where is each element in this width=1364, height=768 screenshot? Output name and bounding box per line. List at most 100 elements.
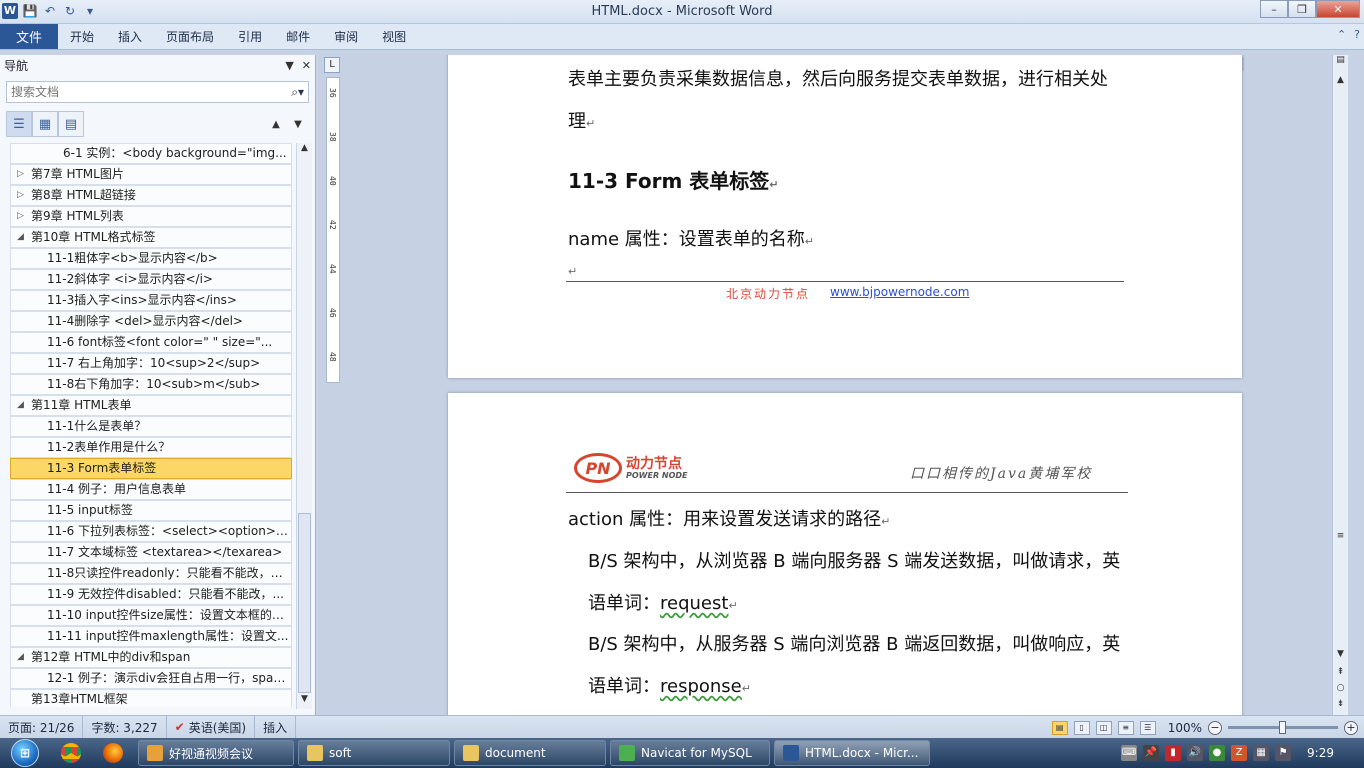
draft-view-icon[interactable]: ☰ bbox=[1139, 720, 1156, 735]
nav-heading-item[interactable]: 11-3 Form表单标签 bbox=[10, 458, 292, 479]
vertical-ruler[interactable]: 36 38 40 42 44 46 48 bbox=[326, 77, 340, 383]
tab-page-layout[interactable]: 页面布局 bbox=[154, 24, 226, 49]
footer-link[interactable]: www.bjpowernode.com bbox=[830, 285, 969, 299]
outline-view-icon[interactable]: ≡ bbox=[1117, 720, 1134, 735]
collapsed-triangle-icon[interactable]: ▷ bbox=[17, 165, 24, 184]
nav-heading-item[interactable]: 6-1 实例：<body background="img... bbox=[10, 143, 292, 164]
search-icon[interactable]: ⌕▾ bbox=[291, 85, 304, 100]
tab-mailings[interactable]: 邮件 bbox=[274, 24, 322, 49]
nav-heading-item[interactable]: 第13章HTML框架 bbox=[10, 689, 292, 707]
web-layout-icon[interactable]: ◫ bbox=[1095, 720, 1112, 735]
browse-headings-icon[interactable]: ☰ bbox=[6, 111, 32, 137]
document-scrollbar[interactable]: ▤ ▲ ≡ ▼ ⇞ ○ ⇟ bbox=[1332, 55, 1348, 715]
zoom-level[interactable]: 100% bbox=[1168, 721, 1202, 735]
scroll-up-icon[interactable]: ▲ bbox=[1333, 75, 1348, 89]
word-count[interactable]: 字数: 3,227 bbox=[83, 716, 167, 738]
tab-references[interactable]: 引用 bbox=[226, 24, 274, 49]
browse-results-icon[interactable]: ▤ bbox=[58, 111, 84, 137]
full-screen-reading-icon[interactable]: ▯ bbox=[1073, 720, 1090, 735]
nav-heading-item[interactable]: 11-8只读控件readonly：只能看不能改，数... bbox=[10, 563, 292, 584]
nav-search-input[interactable] bbox=[11, 85, 288, 99]
nav-heading-item[interactable]: 11-2表单作用是什么？ bbox=[10, 437, 292, 458]
language-status[interactable]: ✔ 英语(美国) bbox=[167, 716, 256, 738]
keyboard-icon[interactable]: ⌨ bbox=[1121, 745, 1138, 761]
print-layout-view-icon[interactable]: ▤ bbox=[1051, 720, 1068, 735]
nav-heading-item[interactable]: 11-1什么是表单？ bbox=[10, 416, 292, 437]
browse-object-icon[interactable]: ○ bbox=[1333, 683, 1348, 697]
nav-heading-item[interactable]: 11-10 input控件size属性：设置文本框的可... bbox=[10, 605, 292, 626]
pin-icon[interactable]: 📌 bbox=[1143, 745, 1160, 761]
taskbar-task[interactable]: 好视通视频会议 bbox=[138, 740, 294, 766]
insert-mode[interactable]: 插入 bbox=[255, 716, 297, 738]
nav-heading-item[interactable]: 11-11 input控件maxlength属性：设置文... bbox=[10, 626, 292, 647]
collapsed-triangle-icon[interactable]: ▷ bbox=[17, 186, 24, 205]
taskbar-clock[interactable]: 9:29 bbox=[1307, 746, 1334, 760]
expanded-triangle-icon[interactable]: ◢ bbox=[17, 648, 24, 667]
next-page-icon[interactable]: ⇟ bbox=[1333, 699, 1348, 713]
taskbar-task[interactable]: soft bbox=[298, 740, 450, 766]
nav-options-icon[interactable]: ▼ bbox=[285, 59, 293, 72]
volume-icon[interactable]: 🔊 bbox=[1187, 745, 1204, 761]
nav-heading-item[interactable]: 11-6 font标签<font color=" " size="... bbox=[10, 332, 292, 353]
chrome-pinned-icon[interactable] bbox=[50, 738, 92, 768]
nav-scroll-up-icon[interactable]: ▲ bbox=[297, 143, 312, 158]
zoom-out-icon[interactable]: − bbox=[1208, 720, 1222, 735]
start-button[interactable]: ⊞ bbox=[0, 738, 50, 768]
nav-heading-item[interactable]: 11-4 例子：用户信息表单 bbox=[10, 479, 292, 500]
network-icon[interactable]: ▦ bbox=[1253, 745, 1270, 761]
nav-close-icon[interactable]: ✕ bbox=[302, 59, 311, 72]
taskbar-task[interactable]: Navicat for MySQL bbox=[610, 740, 770, 766]
scroll-thumb-grip-icon[interactable]: ≡ bbox=[1333, 531, 1348, 545]
nav-heading-item[interactable]: 11-5 input标签 bbox=[10, 500, 292, 521]
nav-heading-item[interactable]: 11-7 右上角加字：10<sup>2</sup> bbox=[10, 353, 292, 374]
nav-heading-item[interactable]: 12-1 例子：演示div会狂自占用一行，span... bbox=[10, 668, 292, 689]
collapsed-triangle-icon[interactable]: ▷ bbox=[17, 207, 24, 226]
firefox-pinned-icon[interactable] bbox=[92, 738, 134, 768]
tray-status-icon[interactable]: ● bbox=[1209, 745, 1226, 761]
page-count[interactable]: 页面: 21/26 bbox=[0, 716, 84, 738]
nav-scrollbar[interactable]: ▲ ▼ bbox=[296, 143, 312, 709]
zoom-slider[interactable] bbox=[1228, 721, 1338, 734]
tab-file[interactable]: 文件 bbox=[0, 24, 59, 49]
previous-page-icon[interactable]: ⇞ bbox=[1333, 667, 1348, 681]
scroll-down-icon[interactable]: ▼ bbox=[1333, 649, 1348, 663]
nav-heading-item[interactable]: 11-3插入字<ins>显示内容</ins> bbox=[10, 290, 292, 311]
tray-app-icon[interactable]: ▮ bbox=[1165, 745, 1182, 761]
document-page[interactable]: PN 动力节点 POWER NODE 口口相传的Java黄埔军校 action … bbox=[448, 393, 1242, 715]
browse-pages-icon[interactable]: ▦ bbox=[32, 111, 58, 137]
help-icon[interactable]: ? bbox=[1354, 28, 1360, 41]
collapse-ribbon-icon[interactable]: ⌃ bbox=[1337, 28, 1346, 41]
nav-heading-item[interactable]: ◢ 第11章 HTML表单 bbox=[10, 395, 292, 416]
nav-heading-item[interactable]: 11-9 无效控件disabled：只能看不能改，... bbox=[10, 584, 292, 605]
tab-insert[interactable]: 插入 bbox=[106, 24, 154, 49]
tab-review[interactable]: 审阅 bbox=[322, 24, 370, 49]
nav-heading-item[interactable]: ▷ 第9章 HTML列表 bbox=[10, 206, 292, 227]
nav-heading-item[interactable]: ▷ 第8章 HTML超链接 bbox=[10, 185, 292, 206]
filezilla-icon[interactable]: Z bbox=[1231, 745, 1248, 761]
nav-heading-item[interactable]: ◢ 第12章 HTML中的div和span bbox=[10, 647, 292, 668]
tab-selector[interactable]: L bbox=[324, 57, 340, 73]
nav-heading-item[interactable]: ▷ 第7章 HTML图片 bbox=[10, 164, 292, 185]
ruler-toggle-icon[interactable]: ▤ bbox=[1333, 55, 1348, 69]
zoom-in-icon[interactable]: + bbox=[1344, 720, 1358, 735]
nav-scroll-down-icon[interactable]: ▼ bbox=[297, 694, 312, 709]
previous-heading-icon[interactable]: ▲ bbox=[265, 119, 287, 130]
zoom-slider-knob[interactable] bbox=[1279, 721, 1286, 734]
taskbar-task[interactable]: document bbox=[454, 740, 606, 766]
action-center-icon[interactable]: ⚑ bbox=[1275, 745, 1292, 761]
nav-heading-item[interactable]: 11-2斜体字 <i>显示内容</i> bbox=[10, 269, 292, 290]
nav-heading-item[interactable]: 11-4删除字 <del>显示内容</del> bbox=[10, 311, 292, 332]
nav-heading-item[interactable]: 11-7 文本域标签 <textarea></texarea> bbox=[10, 542, 292, 563]
nav-heading-item[interactable]: ◢ 第10章 HTML格式标签 bbox=[10, 227, 292, 248]
nav-scroll-thumb[interactable] bbox=[298, 513, 311, 693]
close-button[interactable]: ✕ bbox=[1316, 0, 1360, 18]
next-heading-icon[interactable]: ▼ bbox=[287, 119, 309, 130]
nav-heading-item[interactable]: 11-1粗体字<b>显示内容</b> bbox=[10, 248, 292, 269]
tab-view[interactable]: 视图 bbox=[370, 24, 418, 49]
nav-heading-item[interactable]: 11-6 下拉列表标签：<select><option><... bbox=[10, 521, 292, 542]
maximize-button[interactable]: ❐ bbox=[1288, 0, 1316, 18]
minimize-button[interactable]: – bbox=[1260, 0, 1288, 18]
expanded-triangle-icon[interactable]: ◢ bbox=[17, 228, 24, 247]
tab-home[interactable]: 开始 bbox=[58, 24, 106, 49]
taskbar-task[interactable]: HTML.docx - Micr... bbox=[774, 740, 930, 766]
